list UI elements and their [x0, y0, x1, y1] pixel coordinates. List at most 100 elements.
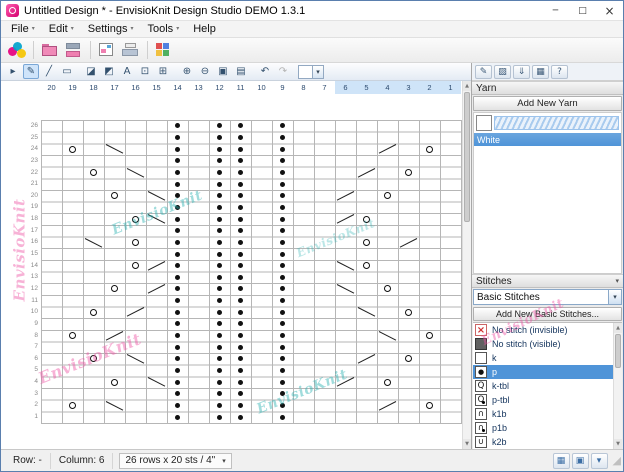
close-button[interactable]: ×: [596, 1, 623, 20]
ruler-column-19[interactable]: 19: [62, 81, 83, 94]
ruler-column-7[interactable]: 7: [314, 81, 335, 94]
fill-tool-icon[interactable]: ◩: [101, 64, 117, 79]
select-tool-icon[interactable]: ▸: [5, 64, 21, 79]
grid-tool-icon[interactable]: ⊞: [155, 64, 171, 79]
scroll-down-icon[interactable]: ▼: [463, 439, 471, 449]
menu-file[interactable]: File ▾: [4, 22, 42, 37]
ruler-column-8[interactable]: 8: [293, 81, 314, 94]
zoom-fit-tool-icon[interactable]: ▣: [215, 64, 231, 79]
save-design-icon[interactable]: [63, 40, 85, 61]
ruler-column-14[interactable]: 14: [167, 81, 188, 94]
ruler-column-13[interactable]: 13: [188, 81, 209, 94]
zoom-in-tool-icon[interactable]: ⊕: [179, 64, 195, 79]
redo-icon[interactable]: ↷: [275, 64, 291, 79]
ruler-column-6[interactable]: 6: [335, 81, 356, 94]
ruler-column-3[interactable]: 3: [398, 81, 419, 94]
yarn-item[interactable]: White: [474, 113, 621, 146]
new-design-icon[interactable]: [6, 40, 28, 61]
ruler-column-1[interactable]: 1: [440, 81, 461, 94]
stitch-scrollbar-thumb[interactable]: [615, 334, 621, 368]
canvas-scrollbar-thumb[interactable]: [464, 92, 470, 222]
add-stitch-button[interactable]: Add New Basic Stitches...: [473, 307, 622, 321]
eraser-tool-icon[interactable]: ◪: [83, 64, 99, 79]
import-stitches-icon[interactable]: ⇓: [513, 64, 530, 79]
ruler-column-15[interactable]: 15: [146, 81, 167, 94]
ruler-column-11[interactable]: 11: [230, 81, 251, 94]
ruler-column-17[interactable]: 17: [104, 81, 125, 94]
export-image-icon[interactable]: [96, 40, 118, 61]
stitch-category-select[interactable]: Basic Stitches ▾: [473, 289, 622, 305]
stitch-item-no-stitch-visible[interactable]: No stitch (visible): [473, 337, 613, 351]
undo-icon[interactable]: ↶: [257, 64, 273, 79]
status-dropdown-button[interactable]: ▾: [590, 452, 608, 469]
title-bar[interactable]: Untitled Design * - EnvisioKnit Design S…: [1, 1, 623, 21]
stitch-grid[interactable]: [41, 120, 462, 424]
purl-symbol: [280, 228, 285, 234]
stitch-item-k2b[interactable]: ∪ k2b: [473, 435, 613, 449]
ruler-column-10[interactable]: 10: [251, 81, 272, 94]
rectangle-tool-icon[interactable]: ▭: [59, 64, 75, 79]
purl-symbol: [217, 251, 222, 257]
maximize-button[interactable]: □: [569, 1, 596, 20]
chevron-down-icon[interactable]: ▾: [615, 277, 619, 285]
ruler-column-2[interactable]: 2: [419, 81, 440, 94]
open-design-icon[interactable]: [39, 40, 61, 61]
stitch-table-icon[interactable]: ▦: [532, 64, 549, 79]
purl-symbol: [238, 274, 243, 280]
menu-edit[interactable]: Edit ▾: [42, 22, 81, 37]
stitch-item-p1b[interactable]: ∩ p1b: [473, 421, 613, 435]
stitch-item-k1b[interactable]: ∩ k1b: [473, 407, 613, 421]
yarn-name[interactable]: White: [474, 133, 621, 146]
purl-symbol: [217, 391, 222, 397]
line-tool-icon[interactable]: ╱: [41, 64, 57, 79]
ruler-column-18[interactable]: 18: [83, 81, 104, 94]
menu-help[interactable]: Help: [186, 22, 223, 37]
ruler-column-4[interactable]: 4: [377, 81, 398, 94]
ruler-column-20[interactable]: 20: [41, 81, 62, 94]
menu-settings[interactable]: Settings ▾: [81, 22, 141, 37]
chevron-down-icon[interactable]: ▾: [608, 290, 621, 304]
decrease-symbol: [147, 190, 166, 201]
zoom-out-tool-icon[interactable]: ⊖: [197, 64, 213, 79]
yarnover-symbol: [90, 168, 97, 176]
text-tool-icon[interactable]: A: [119, 64, 135, 79]
scroll-up-icon[interactable]: ▲: [614, 323, 622, 333]
status-grid-button[interactable]: ▦: [552, 452, 570, 469]
charts-icon[interactable]: [153, 40, 175, 61]
stamp-tool-icon[interactable]: ⊡: [137, 64, 153, 79]
stitch-item-p[interactable]: ● p: [473, 365, 613, 379]
chart-dimensions-button[interactable]: 26 rows x 20 sts / 4" ▾: [119, 452, 232, 469]
ruler-column-16[interactable]: 16: [125, 81, 146, 94]
ruler-column-9[interactable]: 9: [272, 81, 293, 94]
stitch-item-k[interactable]: k: [473, 351, 613, 365]
add-yarn-button[interactable]: Add New Yarn: [473, 96, 622, 111]
minimize-button[interactable]: ─: [542, 1, 569, 20]
tool-option-select[interactable]: ▾: [298, 64, 324, 79]
stitch-item-p-tbl[interactable]: Qp-tbl: [473, 393, 613, 407]
stitch-item-no-stitch-invisible[interactable]: × No stitch (invisible): [473, 323, 613, 337]
resize-grip[interactable]: ◢: [613, 454, 621, 467]
stitch-symbol-icon: ∩: [475, 408, 487, 420]
pages-tool-icon[interactable]: ▤: [233, 64, 249, 79]
canvas-scrollbar[interactable]: ▲ ▼: [462, 81, 471, 449]
stitch-scrollbar[interactable]: ▲ ▼: [613, 323, 622, 449]
palette-icon[interactable]: ▨: [494, 64, 511, 79]
scroll-down-icon[interactable]: ▼: [614, 439, 622, 449]
window-title: Untitled Design * - EnvisioKnit Design S…: [24, 4, 306, 17]
decrease-symbol: [378, 330, 397, 341]
pencil-tool-icon[interactable]: ✎: [23, 64, 39, 79]
menu-tools[interactable]: Tools ▾: [141, 22, 187, 37]
purl-symbol: [238, 123, 243, 129]
ruler-column-5[interactable]: 5: [356, 81, 377, 94]
yarn-swatch[interactable]: [476, 115, 492, 131]
ruler-column-12[interactable]: 12: [209, 81, 230, 94]
edit-yarn-icon[interactable]: ✎: [475, 64, 492, 79]
status-preview-button[interactable]: ▣: [571, 452, 589, 469]
chart-canvas[interactable]: 20 19 18 17 16 15 14 13 12 11 10 9 8 7 6 5 4 3 2 1 26 25 24 23…: [1, 81, 462, 449]
print-icon[interactable]: [120, 40, 142, 61]
purl-symbol: [217, 368, 222, 374]
scroll-up-icon[interactable]: ▲: [463, 81, 471, 91]
purl-symbol: [175, 286, 180, 292]
panel-help-icon[interactable]: ?: [551, 64, 568, 79]
stitch-item-k-tbl[interactable]: Qk-tbl: [473, 379, 613, 393]
